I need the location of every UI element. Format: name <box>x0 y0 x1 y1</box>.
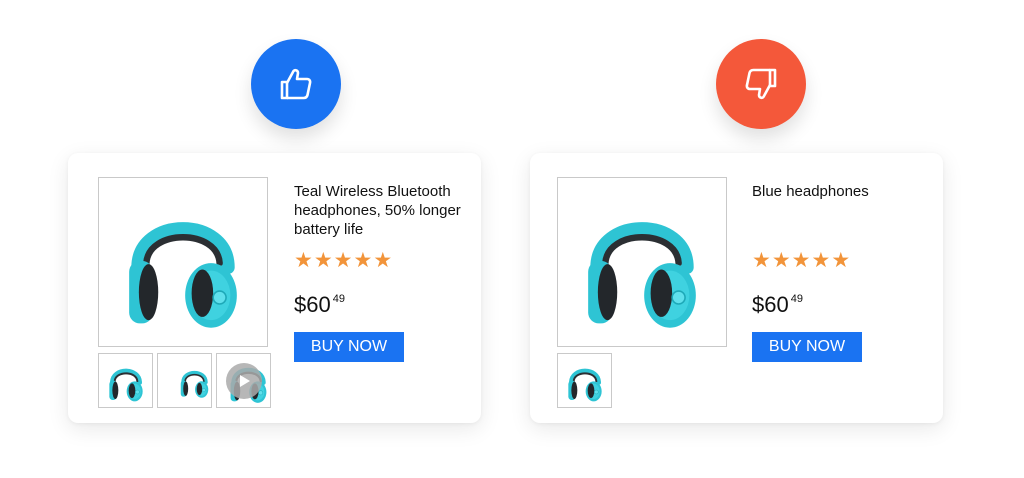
headphones-closeup-image <box>179 370 210 399</box>
product-price: $60 49 <box>752 286 803 318</box>
thumbnail-front[interactable] <box>557 353 612 408</box>
price-main: $60 <box>294 292 331 317</box>
product-price: $60 49 <box>294 286 345 318</box>
headphones-thumbnail-image <box>106 368 145 403</box>
star-icon: ★ <box>353 248 373 272</box>
play-icon <box>239 374 250 387</box>
product-title: Blue headphones <box>752 183 869 200</box>
thumbs-up-badge <box>251 39 341 129</box>
star-icon: ★ <box>373 248 393 272</box>
bad-product-card: Blue headphones ★ ★ ★ ★ ★ $60 49 BUY NOW <box>530 153 943 423</box>
buy-now-button[interactable]: BUY NOW <box>294 332 404 362</box>
rating-stars: ★ ★ ★ ★ ★ <box>752 249 850 271</box>
star-icon: ★ <box>752 248 771 272</box>
price-cents: 49 <box>790 293 803 305</box>
star-icon: ★ <box>831 248 851 272</box>
thumbs-down-badge <box>716 39 806 129</box>
star-icon: ★ <box>811 248 831 272</box>
buy-now-button[interactable]: BUY NOW <box>752 332 862 362</box>
product-title: Teal Wireless Bluetooth headphones, 50% … <box>294 183 461 238</box>
thumbnail-front[interactable] <box>98 353 153 408</box>
headphones-thumbnail-image <box>565 368 604 403</box>
star-icon: ★ <box>313 248 333 272</box>
thumbs-up-icon <box>280 68 312 100</box>
play-button[interactable] <box>225 362 262 399</box>
thumbs-down-icon <box>745 68 777 100</box>
headphones-image <box>577 192 707 332</box>
product-main-image[interactable] <box>98 177 268 347</box>
star-icon: ★ <box>294 248 313 272</box>
thumbnail-video[interactable] <box>216 353 271 408</box>
star-icon: ★ <box>791 248 811 272</box>
star-icon: ★ <box>771 248 791 272</box>
price-main: $60 <box>752 292 789 317</box>
price-cents: 49 <box>332 293 345 305</box>
headphones-image <box>118 192 248 332</box>
good-product-card: Teal Wireless Bluetooth headphones, 50% … <box>68 153 481 423</box>
rating-stars: ★ ★ ★ ★ ★ <box>294 249 392 271</box>
star-icon: ★ <box>333 248 353 272</box>
thumbnail-closeup[interactable] <box>157 353 212 408</box>
product-main-image[interactable] <box>557 177 727 347</box>
